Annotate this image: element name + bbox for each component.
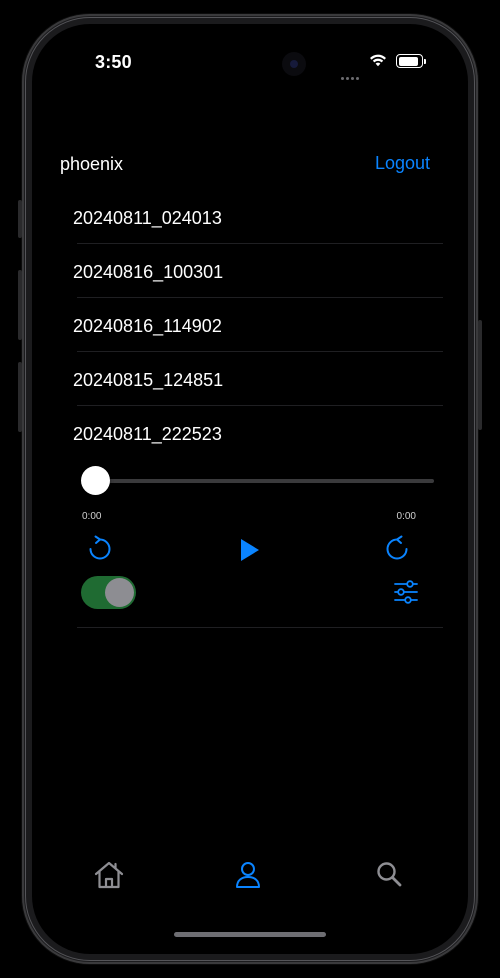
list-item[interactable]: 20240811_222523 [73,406,443,460]
wifi-icon [370,54,386,67]
recording-name: 20240811_222523 [73,424,222,444]
recording-name: 20240811_024013 [73,208,222,228]
play-icon[interactable] [238,537,262,563]
list-item[interactable]: 20240816_100301 [73,244,443,298]
list-item[interactable]: 20240815_124851 [73,352,443,406]
duration-label: 0:00 [396,511,416,522]
current-time-label: 0:00 [82,511,102,522]
logout-button[interactable]: Logout [375,153,430,174]
recording-name: 20240815_124851 [73,370,224,390]
progress-slider-thumb[interactable] [81,466,110,495]
screen: 3:50 phoenix Logout 20240811_024013 2024… [32,24,468,954]
rewind-icon[interactable] [86,535,114,563]
recordings-list: 20240811_024013 20240816_100301 20240816… [73,190,443,460]
dynamic-island [282,52,306,76]
side-button [478,320,482,430]
recording-name: 20240816_100301 [73,262,224,282]
progress-slider-track[interactable] [96,479,434,483]
divider [77,627,443,628]
home-icon[interactable] [93,860,125,890]
forward-icon[interactable] [383,535,411,563]
home-indicator [174,932,326,937]
username-label: phoenix [60,154,124,174]
side-button [18,200,22,238]
toggle-knob [105,578,134,607]
side-button [18,270,22,340]
status-time: 3:50 [95,52,132,72]
side-button [18,362,22,432]
list-item[interactable]: 20240816_114902 [73,298,443,352]
playback-toggle[interactable] [81,576,136,609]
search-icon[interactable] [375,860,403,888]
list-item[interactable]: 20240811_024013 [73,190,443,244]
battery-icon [396,54,426,68]
sliders-icon[interactable] [393,580,419,604]
person-icon[interactable] [234,860,262,890]
cellular-signal-icon [341,67,361,85]
recording-name: 20240816_114902 [73,316,222,336]
